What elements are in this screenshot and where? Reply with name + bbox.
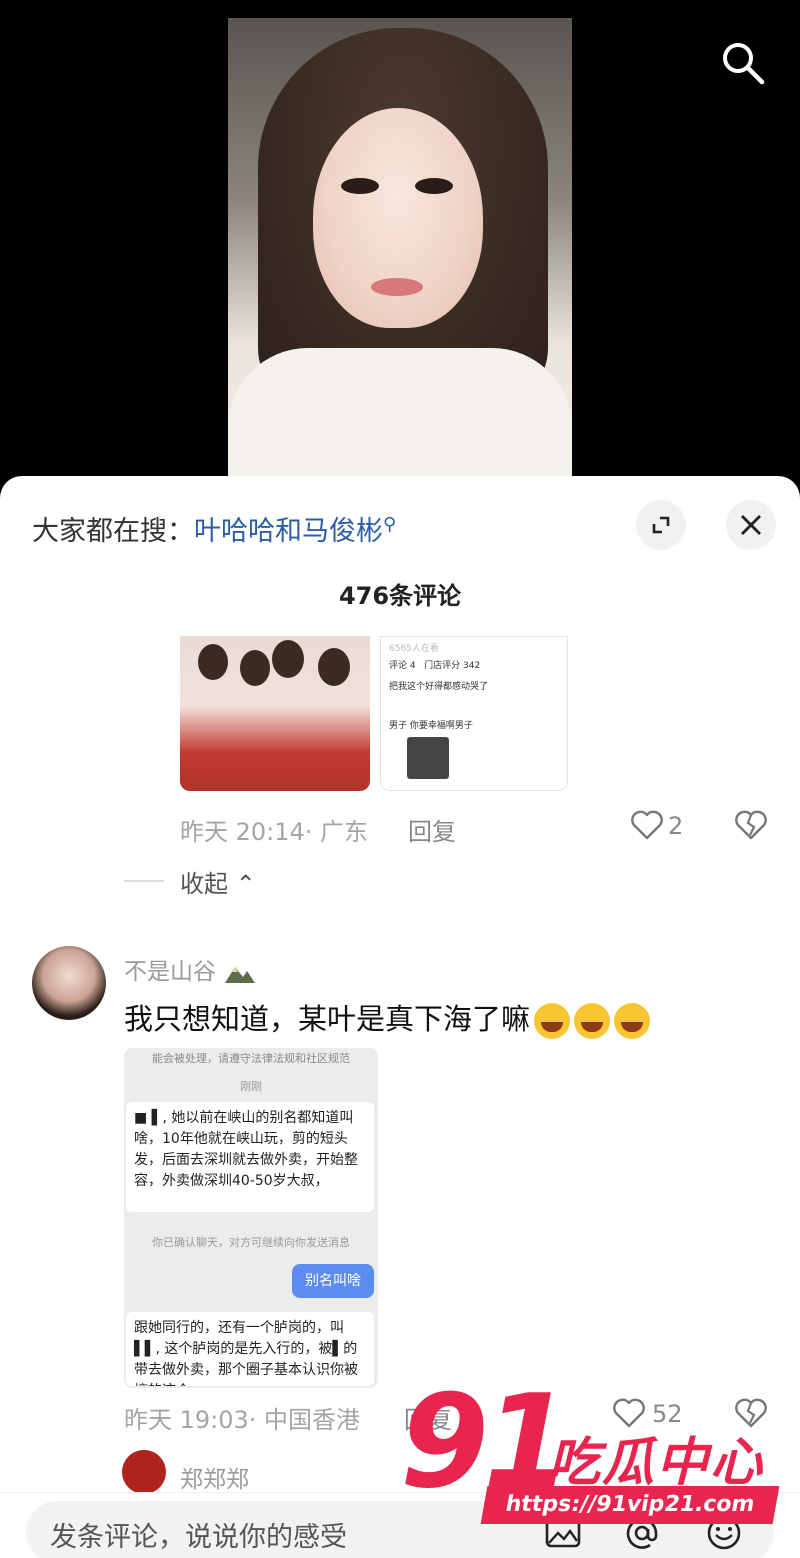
comment-time-location: 昨天 19:03· 中国香港 <box>124 1406 361 1434</box>
lips <box>371 278 423 296</box>
laughing-crying-emoji-icon <box>534 1003 571 1039</box>
avatar[interactable] <box>32 946 106 1020</box>
comment-count: 476条评论 <box>338 582 462 610</box>
expand-button[interactable] <box>636 500 686 550</box>
like-count: 2 <box>668 812 684 840</box>
comment-time-location: 昨天 20:14· 广东 <box>180 818 369 846</box>
search-icon[interactable] <box>718 38 766 86</box>
comment-text-body: 我只想知道，某叶是真下海了嘛 <box>124 1002 531 1036</box>
laughing-crying-emoji-icon <box>574 1003 611 1039</box>
avatar[interactable] <box>122 1450 166 1494</box>
shot-system-message: 你已确认聊天，对方可继续向你发送消息 <box>152 1236 350 1249</box>
shot-header: 能会被处理，请遵守法律法规和社区规范 <box>152 1052 350 1065</box>
mountain-icon <box>225 966 256 983</box>
shot-message-2: 跟她同行的，还有一个胪岗的，叫▌▌, 这个胪岗的是先入行的，被▌的带去做外卖，那… <box>126 1312 374 1386</box>
hot-search[interactable]: 大家都在搜：叶哈哈和马俊彬⚲ <box>32 509 396 548</box>
comment-input-placeholder: 发条评论，说说你的感受 <box>50 1522 347 1553</box>
magnifier-icon: ⚲ <box>383 514 397 535</box>
reply-button[interactable]: 回复 <box>408 812 456 847</box>
expand-icon <box>652 516 670 534</box>
person <box>272 640 304 678</box>
video-subject-shirt <box>228 348 572 480</box>
comment-username[interactable]: 郑郑郑 <box>180 1460 249 1494</box>
shot-time: 刚刚 <box>240 1080 262 1093</box>
collapse-replies-button[interactable]: 收起 ⌃ <box>180 864 256 899</box>
shot-reply-message: 别名叫啥 <box>292 1264 374 1298</box>
dislike-icon[interactable] <box>734 809 768 841</box>
username-text: 不是山谷 <box>124 959 216 985</box>
close-button[interactable] <box>726 500 776 550</box>
divider <box>124 880 164 882</box>
comment-image-chat-screenshot[interactable]: 能会被处理，请遵守法律法规和社区规范 刚刚 ■ ▌, 她以前在峡山的别名都知道叫… <box>124 1048 378 1388</box>
comment-username[interactable]: 不是山谷 <box>124 952 257 986</box>
eye-right <box>415 178 453 194</box>
hot-search-prefix: 大家都在搜： <box>32 516 194 547</box>
collapse-label: 收起 <box>180 870 228 898</box>
video-player[interactable] <box>228 18 572 480</box>
watermark-url: https://91vip21.com <box>480 1486 780 1524</box>
close-icon <box>741 515 761 535</box>
watermark-title: 吃瓜中心 <box>548 1433 765 1493</box>
comment-image-wedding[interactable] <box>180 636 370 791</box>
hot-search-keyword[interactable]: 叶哈哈和马俊彬 <box>194 516 383 547</box>
shot-message: ■ ▌, 她以前在峡山的别名都知道叫啥，10年他就在峡山玩，剪的短头发，后面去深… <box>126 1102 374 1212</box>
video-subject-face <box>313 108 483 328</box>
eye-left <box>341 178 379 194</box>
comment-text: 我只想知道，某叶是真下海了嘛 <box>124 996 651 1039</box>
person <box>318 648 350 686</box>
chevron-up-icon: ⌃ <box>235 870 256 898</box>
person <box>198 644 228 680</box>
screen: 大家都在搜：叶哈哈和马俊彬⚲ 476条评论 6565人在看 评论 4 门店评分 … <box>0 0 800 1558</box>
comment-image-screenshot[interactable]: 6565人在看 评论 4 门店评分 342 把我这个好得都感动哭了 男子 你要幸… <box>380 636 568 791</box>
person <box>240 650 270 686</box>
like-icon[interactable] <box>630 809 664 841</box>
laughing-crying-emoji-icon <box>614 1003 651 1039</box>
